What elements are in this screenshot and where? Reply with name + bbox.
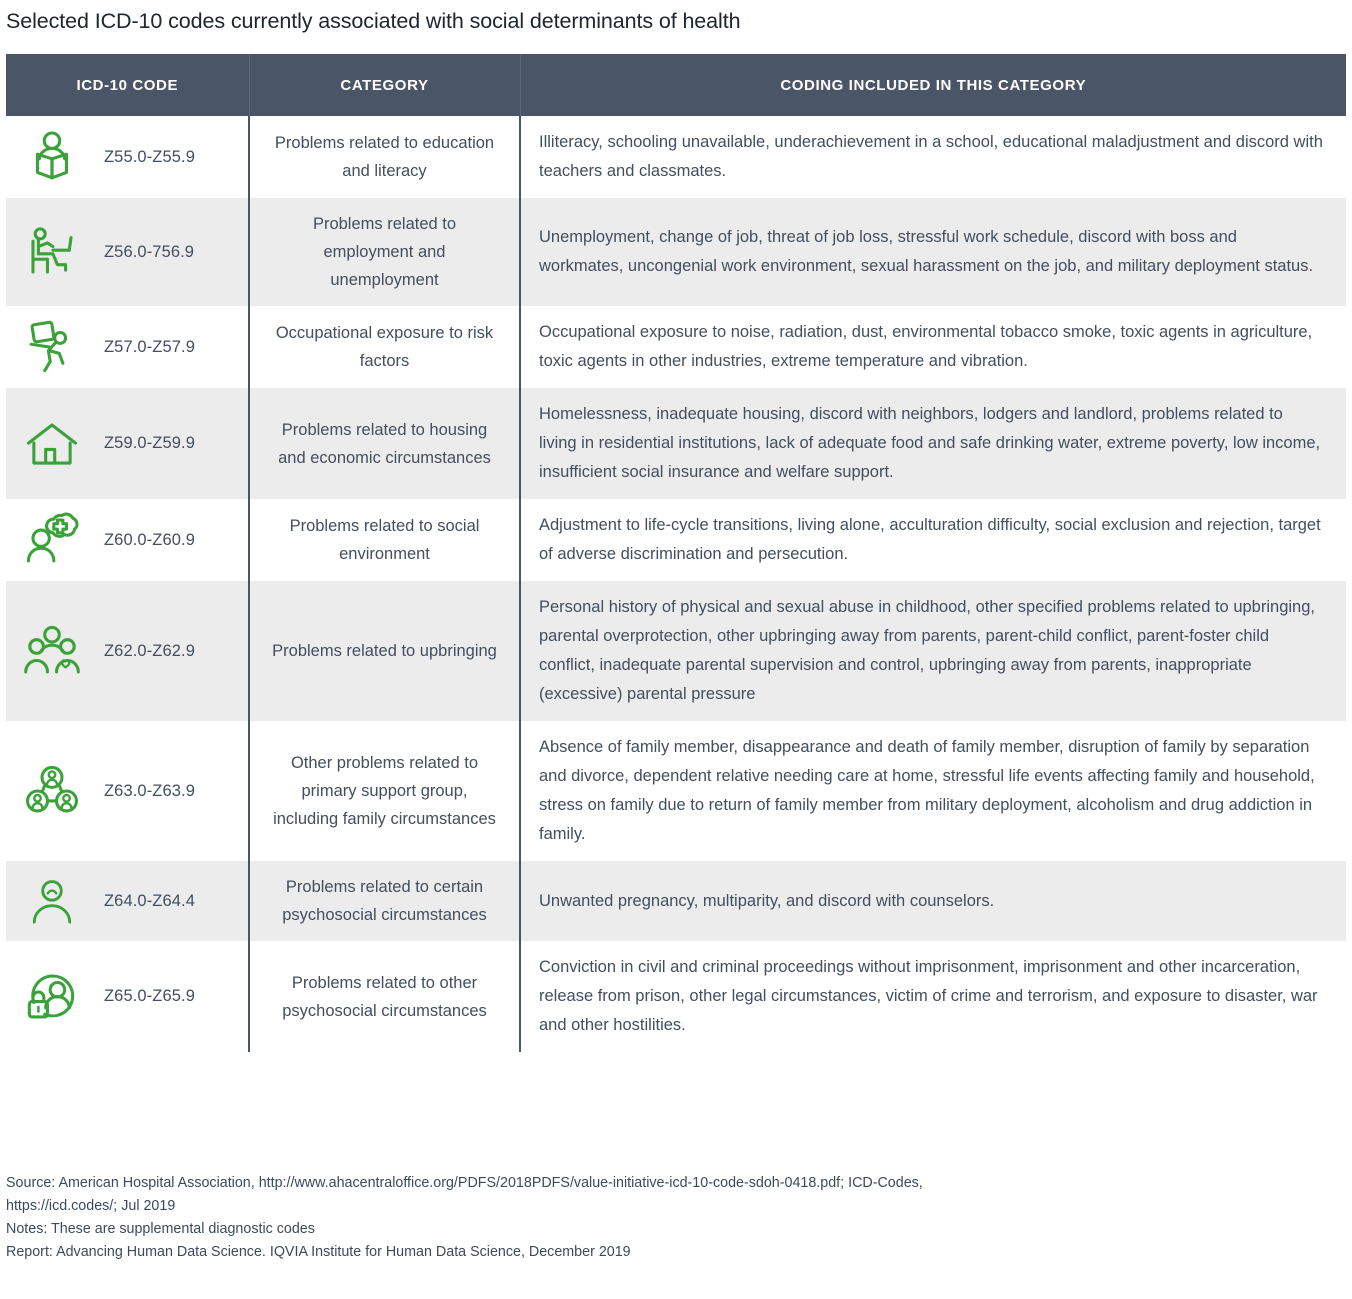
people-network-icon: [6, 762, 98, 820]
source-line-1: Source: American Hospital Association, h…: [6, 1175, 923, 1191]
cell-icd10-code: Z57.0-Z57.9: [6, 306, 250, 388]
cell-category: Problems related to upbringing: [249, 581, 521, 721]
house-icon: [6, 415, 98, 473]
cell-icd10-code: Z60.0-Z60.9: [6, 499, 250, 581]
table-row: Z60.0-Z60.9 Problems related to social en…: [6, 499, 1346, 581]
cell-icd10-code: Z59.0-Z59.9: [6, 388, 250, 499]
notes-line: Notes: These are supplemental diagnostic…: [6, 1221, 315, 1237]
table-header-row: ICD-10 CODE CATEGORY CODING INCLUDED IN …: [6, 54, 1346, 116]
cell-icd10-code: Z55.0-Z55.9: [6, 116, 250, 198]
icd10-code-text: Z63.0-Z63.9: [104, 781, 195, 800]
cell-category: Problems related to social environment: [249, 499, 521, 581]
table-header: ICD-10 CODE CATEGORY CODING INCLUDED IN …: [6, 54, 1346, 116]
cell-coding-included: Unwanted pregnancy, multiparity, and dis…: [520, 861, 1346, 941]
icd10-code-text: Z56.0-756.9: [104, 242, 195, 261]
person-thought-bubble-health-icon: [6, 511, 98, 569]
cell-category: Problems related to housing and economic…: [249, 388, 521, 499]
column-header-icd10-code: ICD-10 CODE: [6, 54, 250, 116]
sad-person-icon: [6, 874, 98, 928]
family-heart-icon: [6, 622, 98, 680]
icd10-code-text: Z65.0-Z65.9: [104, 987, 195, 1005]
cell-category: Other problems related to primary suppor…: [249, 721, 521, 861]
source-line-2: https://icd.codes/; Jul 2019: [6, 1198, 176, 1214]
person-at-desk-icon: [6, 223, 98, 281]
cell-coding-included: Homelessness, inadequate housing, discor…: [520, 388, 1346, 499]
table-row: Z65.0-Z65.9 Problems related to other psy…: [6, 941, 1346, 1052]
icd10-codes-table: ICD-10 CODE CATEGORY CODING INCLUDED IN …: [6, 54, 1346, 1052]
page-title: Selected ICD-10 codes currently associat…: [6, 9, 741, 33]
cell-coding-included: Unemployment, change of job, threat of j…: [520, 198, 1346, 306]
cell-icd10-code: Z63.0-Z63.9: [6, 721, 250, 861]
person-lock-icon: [6, 968, 98, 1026]
cell-coding-included: Occupational exposure to noise, radiatio…: [520, 306, 1346, 388]
icd10-code-text: Z62.0-Z62.9: [104, 641, 195, 660]
table-body: Z55.0-Z55.9 Problems related to education…: [6, 116, 1346, 1052]
table-row: Z64.0-Z64.4 Problems related to certain p…: [6, 861, 1346, 941]
infographic-page: Selected ICD-10 codes currently associat…: [0, 0, 1352, 1299]
cell-coding-included: Illiteracy, schooling unavailable, under…: [520, 116, 1346, 198]
cell-category: Occupational exposure to risk factors: [249, 306, 521, 388]
worker-carrying-load-icon: [6, 318, 98, 376]
person-reading-book-icon: [6, 128, 98, 186]
icd10-code-text: Z57.0-Z57.9: [104, 337, 195, 356]
table-row: Z55.0-Z55.9 Problems related to education…: [6, 116, 1346, 198]
cell-category: Problems related to certain psychosocial…: [249, 861, 521, 941]
cell-category: Problems related to education and litera…: [249, 116, 521, 198]
cell-category: Problems related to other psychosocial c…: [249, 941, 521, 1052]
column-header-coding-included: CODING INCLUDED IN THIS CATEGORY: [520, 54, 1346, 116]
icd10-code-text: Z59.0-Z59.9: [104, 434, 195, 452]
cell-category: Problems related to employment and unemp…: [249, 198, 521, 306]
cell-coding-included: Personal history of physical and sexual …: [520, 581, 1346, 721]
table-row: Z62.0-Z62.9 Problems related to upbringin…: [6, 581, 1346, 721]
table-row: Z63.0-Z63.9 Other problems related to pri…: [6, 721, 1346, 861]
icd10-code-text: Z55.0-Z55.9: [104, 147, 195, 166]
icd10-code-text: Z60.0-Z60.9: [104, 530, 195, 549]
cell-coding-included: Adjustment to life-cycle transitions, li…: [520, 499, 1346, 581]
cell-icd10-code: Z65.0-Z65.9: [6, 941, 250, 1052]
icd10-code-text: Z64.0-Z64.4: [104, 891, 195, 910]
table-row: Z57.0-Z57.9 Occupational exposure to risk…: [6, 306, 1346, 388]
cell-coding-included: Conviction in civil and criminal proceed…: [520, 941, 1346, 1052]
report-line: Report: Advancing Human Data Science. IQ…: [6, 1244, 631, 1260]
table-row: Z59.0-Z59.9 Problems related to housing a…: [6, 388, 1346, 499]
column-header-category: CATEGORY: [249, 54, 521, 116]
cell-icd10-code: Z62.0-Z62.9: [6, 581, 250, 721]
table-row: Z56.0-756.9 Problems related to employmen…: [6, 198, 1346, 306]
cell-icd10-code: Z64.0-Z64.4: [6, 861, 250, 941]
cell-icd10-code: Z56.0-756.9: [6, 198, 250, 306]
footer-notes: Source: American Hospital Association, h…: [6, 1172, 1346, 1264]
cell-coding-included: Absence of family member, disappearance …: [520, 721, 1346, 861]
